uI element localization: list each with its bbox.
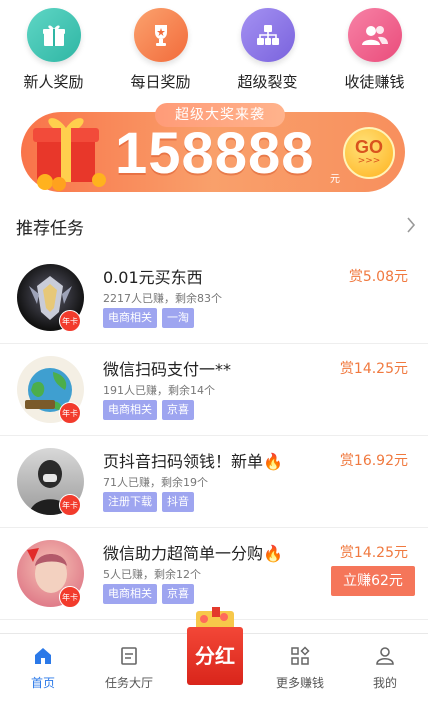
profile-icon xyxy=(376,647,394,665)
task-item[interactable]: 年卡 页抖音扫码领钱！新单🔥 71人已赚，剩余19个 注册下载 抖音 赏16.9… xyxy=(0,436,428,528)
task-stats: 71人已赚，剩余19个 xyxy=(103,476,208,489)
task-tag: 京喜 xyxy=(162,584,194,604)
task-tags: 电商相关 京喜 xyxy=(103,400,194,420)
nav-home[interactable]: 首页 xyxy=(0,634,86,703)
gift-box-icon xyxy=(33,118,106,191)
task-title: 微信助力超简单一分购🔥 xyxy=(103,544,283,563)
quick-daily-reward[interactable]: 每日奖励 xyxy=(107,0,214,100)
annual-card-badge: 年卡 xyxy=(59,402,81,424)
nav-mine[interactable]: 我的 xyxy=(342,634,428,703)
banner-amount: 158888 xyxy=(115,121,315,186)
annual-card-badge: 年卡 xyxy=(59,494,81,516)
task-title: 页抖音扫码领钱！新单🔥 xyxy=(103,452,283,471)
quick-super-fission[interactable]: 超级裂变 xyxy=(214,0,321,100)
nav-task-hall[interactable]: 任务大厅 xyxy=(86,634,172,703)
nav-more-earn[interactable]: 更多赚钱 xyxy=(257,634,343,703)
task-stats: 191人已赚，剩余14个 xyxy=(103,384,215,397)
go-arrows: >>> xyxy=(357,156,381,166)
quick-label: 每日奖励 xyxy=(130,73,191,91)
nav-label: 我的 xyxy=(372,676,397,690)
section-title: 推荐任务 xyxy=(16,219,84,239)
gift-icon xyxy=(26,8,81,62)
task-stats: 5人已赚，剩余12个 xyxy=(103,568,201,581)
task-reward: 赏5.08元 xyxy=(348,269,408,285)
nav-label: 首页 xyxy=(30,676,55,690)
earn-now-button[interactable]: 立赚62元 xyxy=(331,566,415,596)
home-icon xyxy=(35,648,51,664)
dividend-label: 分红 xyxy=(187,627,243,685)
chevron-right-icon xyxy=(407,217,416,233)
quick-entries: 新人奖励 每日奖励 超级裂变 收徒赚钱 xyxy=(0,0,428,100)
task-tags: 电商相关 一淘 xyxy=(103,308,194,328)
task-tag: 注册下载 xyxy=(103,492,157,512)
network-icon xyxy=(240,8,295,62)
users-icon xyxy=(347,8,402,62)
task-stats: 2217人已赚，剩余83个 xyxy=(103,292,222,305)
quick-label: 超级裂变 xyxy=(237,73,298,91)
grid-icon xyxy=(291,646,310,665)
task-tag: 一淘 xyxy=(162,308,194,328)
task-list-icon xyxy=(121,647,137,665)
nav-label: 任务大厅 xyxy=(104,676,153,690)
task-tags: 注册下载 抖音 xyxy=(103,492,194,512)
task-reward: 赏14.25元 xyxy=(339,361,408,377)
quick-new-user-reward[interactable]: 新人奖励 xyxy=(0,0,107,100)
quick-label: 新人奖励 xyxy=(23,73,84,91)
task-title: 0.01元买东西 xyxy=(103,268,203,287)
dividend-button[interactable]: 分红 xyxy=(184,605,246,689)
task-tags: 电商相关 京喜 xyxy=(103,584,194,604)
task-item[interactable]: 年卡 微信扫码支付一** 191人已赚，剩余14个 电商相关 京喜 赏14.25… xyxy=(0,344,428,436)
task-tag: 电商相关 xyxy=(103,584,157,604)
banner-unit: 元 xyxy=(330,174,340,185)
task-reward: 赏14.25元 xyxy=(339,545,408,561)
task-tag: 抖音 xyxy=(162,492,194,512)
annual-card-badge: 年卡 xyxy=(59,310,81,332)
task-title: 微信扫码支付一** xyxy=(103,360,232,379)
task-item[interactable]: 年卡 0.01元买东西 2217人已赚，剩余83个 电商相关 一淘 赏5.08元 xyxy=(0,252,428,344)
quick-label: 收徒赚钱 xyxy=(344,73,405,91)
task-tag: 京喜 xyxy=(162,400,194,420)
trophy-icon xyxy=(133,8,188,62)
quick-recruit-earn[interactable]: 收徒赚钱 xyxy=(321,0,428,100)
banner-go-button[interactable]: GO >>> xyxy=(343,127,395,179)
recommended-tasks-header[interactable]: 推荐任务 xyxy=(0,208,428,242)
task-tag: 电商相关 xyxy=(103,400,157,420)
task-reward: 赏16.92元 xyxy=(339,453,408,469)
nav-label: 更多赚钱 xyxy=(275,676,324,690)
go-label: GO xyxy=(354,137,383,157)
promo-banner[interactable]: 超级大奖来袭 158888 元 GO >>> xyxy=(21,100,405,196)
task-tag: 电商相关 xyxy=(103,308,157,328)
annual-card-badge: 年卡 xyxy=(59,586,81,608)
